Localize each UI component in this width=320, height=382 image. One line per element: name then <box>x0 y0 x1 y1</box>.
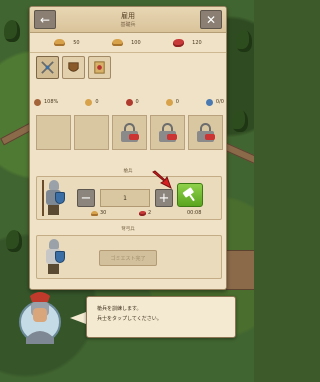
stat-soldiers: 0/0 <box>205 98 224 106</box>
queue-slot-locked[interactable] <box>112 115 147 150</box>
bread-icon <box>54 39 66 46</box>
crossed-swords-icon <box>125 98 133 106</box>
section-label-spearman: 槍兵 <box>123 169 133 174</box>
stat-people: 108% <box>34 98 59 106</box>
stat-attack: 0 <box>125 98 139 106</box>
panel-header: ← 雇用 基礎兵 ✕ <box>30 7 226 33</box>
resource-bar: 50 100 120 <box>30 33 226 53</box>
stat-value: 0 <box>95 99 99 105</box>
tree <box>232 110 248 132</box>
bread-icon <box>85 98 93 106</box>
dialog-line-2: 兵士をタップしてください。 <box>97 316 162 322</box>
queue-slot-empty <box>36 115 71 150</box>
train-button[interactable] <box>177 183 203 207</box>
lock-icon <box>120 122 139 143</box>
resource-value: 100 <box>131 39 141 46</box>
stat-food: 0 <box>85 98 99 106</box>
close-button[interactable]: ✕ <box>200 10 222 29</box>
tutorial-dialog[interactable]: 槍兵を訓練します。 兵士をタップしてください。 <box>86 296 236 338</box>
plus-button[interactable]: + <box>155 189 173 207</box>
queue-slot-empty <box>74 115 109 150</box>
resource-bread-1: 50 <box>54 39 80 46</box>
bread-icon <box>165 98 173 106</box>
meat-icon <box>139 210 146 216</box>
soldier-icon <box>205 98 213 106</box>
category-tabs <box>36 56 111 79</box>
stat-value: 0 <box>175 99 179 105</box>
resource-bread-2: 100 <box>112 39 141 46</box>
tutorial-arrow-icon <box>152 170 172 190</box>
queue-slots <box>36 115 223 150</box>
tab-defense[interactable] <box>62 56 85 79</box>
meat-icon <box>173 38 185 47</box>
people-icon <box>34 98 41 106</box>
dialog-tail <box>70 312 86 324</box>
unit-row-spearman: − 1 + 30 2 00:08 <box>36 176 222 220</box>
castle-wall-bottom <box>226 250 254 290</box>
train-time: 00:08 <box>187 210 202 216</box>
close-x-icon: ✕ <box>205 12 217 27</box>
bread-icon <box>91 210 98 216</box>
tree <box>236 30 252 52</box>
tree <box>6 230 22 252</box>
bread-icon <box>112 39 124 46</box>
spearman-portrait[interactable] <box>41 180 67 216</box>
lock-icon <box>158 122 177 143</box>
panel-title: 雇用 <box>121 12 135 20</box>
cost-bread: 30 <box>91 210 106 216</box>
lock-icon <box>196 122 215 143</box>
stats-bar: 108% 0 0 0 0/0 <box>34 95 224 109</box>
queue-slot-locked[interactable] <box>188 115 223 150</box>
resource-value: 50 <box>73 39 80 46</box>
stat-upkeep: 0 <box>165 98 179 106</box>
advisor-portrait <box>19 292 61 344</box>
resource-meat: 120 <box>173 38 202 47</box>
crossbowman-portrait[interactable] <box>41 239 67 275</box>
shield-helmet-icon <box>68 62 79 72</box>
unit-row-crossbowman: ゴミエスト完了 <box>36 235 222 279</box>
tab-infantry[interactable] <box>36 56 59 79</box>
minus-button[interactable]: − <box>77 189 95 207</box>
stat-value: 0 <box>135 99 139 105</box>
back-arrow-icon: ← <box>39 12 51 27</box>
stat-value: 108% <box>44 99 59 105</box>
cost-meat: 2 <box>139 210 151 216</box>
hammer-icon <box>180 185 199 204</box>
tree <box>4 20 20 42</box>
section-label-crossbowman: 弩弓兵 <box>121 227 135 232</box>
panel-subtitle: 基礎兵 <box>120 22 136 28</box>
cost-value: 2 <box>148 210 152 216</box>
cost-value: 30 <box>100 210 107 216</box>
dialog-line-1: 槍兵を訓練します。 <box>97 306 142 312</box>
queue-slot-locked[interactable] <box>150 115 185 150</box>
back-button[interactable]: ← <box>34 10 56 29</box>
locked-unit-button[interactable]: ゴミエスト完了 <box>99 250 157 266</box>
scroll-icon <box>94 61 105 74</box>
resource-value: 120 <box>192 39 202 46</box>
quantity-field[interactable]: 1 <box>100 189 150 207</box>
stat-value: 0/0 <box>215 99 224 105</box>
tab-scroll[interactable] <box>88 56 111 79</box>
recruit-panel: ← 雇用 基礎兵 ✕ 50 100 120 108% 0 0 0 0/0 槍兵 … <box>29 6 227 290</box>
swords-icon <box>41 61 54 74</box>
